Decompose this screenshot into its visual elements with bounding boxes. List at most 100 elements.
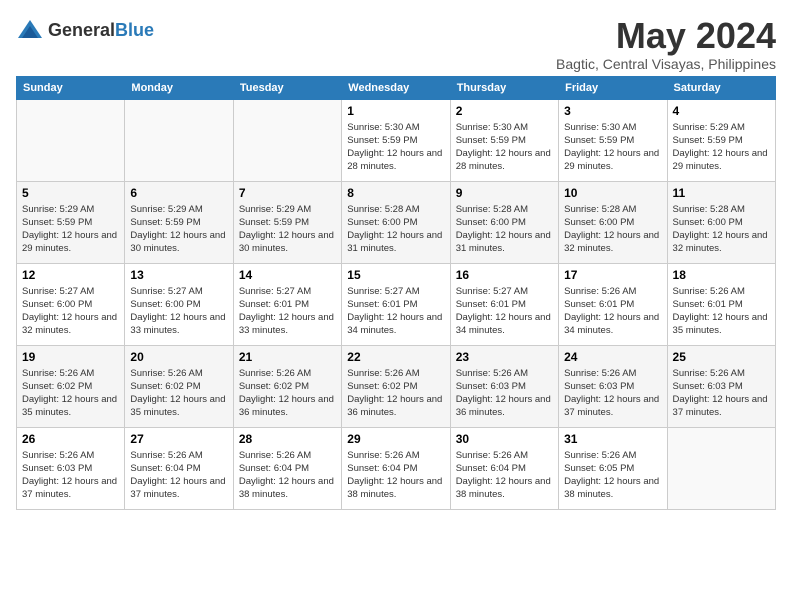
day-number: 18 [673,268,770,282]
calendar-week-row: 12Sunrise: 5:27 AMSunset: 6:00 PMDayligh… [17,263,776,345]
day-number: 20 [130,350,227,364]
calendar-cell: 16Sunrise: 5:27 AMSunset: 6:01 PMDayligh… [450,263,558,345]
calendar-cell: 27Sunrise: 5:26 AMSunset: 6:04 PMDayligh… [125,427,233,509]
cell-info: Sunrise: 5:30 AMSunset: 5:59 PMDaylight:… [564,121,661,174]
cell-info: Sunrise: 5:26 AMSunset: 6:02 PMDaylight:… [239,367,336,420]
day-number: 1 [347,104,444,118]
logo-text-general: General [48,20,115,40]
cell-info: Sunrise: 5:30 AMSunset: 5:59 PMDaylight:… [456,121,553,174]
weekday-header-row: SundayMondayTuesdayWednesdayThursdayFrid… [17,76,776,99]
day-number: 29 [347,432,444,446]
day-number: 11 [673,186,770,200]
calendar-cell: 18 Sunrise: 5:26 AMSunset: 6:01 PMDayligh… [667,263,775,345]
day-number: 31 [564,432,661,446]
calendar-week-row: 1 Sunrise: 5:30 AMSunset: 5:59 PMDaylight… [17,99,776,181]
logo-text-blue: Blue [115,20,154,40]
weekday-header: Wednesday [342,76,450,99]
day-number: 19 [22,350,119,364]
calendar-cell: 3 Sunrise: 5:30 AMSunset: 5:59 PMDaylight… [559,99,667,181]
calendar-cell: 20Sunrise: 5:26 AMSunset: 6:02 PMDayligh… [125,345,233,427]
weekday-header: Monday [125,76,233,99]
day-number: 22 [347,350,444,364]
calendar-cell [125,99,233,181]
cell-info: Sunrise: 5:26 AMSunset: 6:04 PMDaylight:… [456,449,553,502]
calendar-cell: 29 Sunrise: 5:26 AMSunset: 6:04 PMDayligh… [342,427,450,509]
calendar-cell: 17Sunrise: 5:26 AMSunset: 6:01 PMDayligh… [559,263,667,345]
calendar-cell: 13Sunrise: 5:27 AMSunset: 6:00 PMDayligh… [125,263,233,345]
cell-info: Sunrise: 5:29 AMSunset: 5:59 PMDaylight:… [673,121,770,174]
cell-info: Sunrise: 5:28 AMSunset: 6:00 PMDaylight:… [456,203,553,256]
calendar-cell: 15 Sunrise: 5:27 AMSunset: 6:01 PMDayligh… [342,263,450,345]
day-number: 21 [239,350,336,364]
calendar-cell: 6 Sunrise: 5:29 AMSunset: 5:59 PMDaylight… [125,181,233,263]
calendar-cell [233,99,341,181]
day-number: 5 [22,186,119,200]
calendar-cell: 14 Sunrise: 5:27 AMSunset: 6:01 PMDayligh… [233,263,341,345]
cell-info: Sunrise: 5:26 AMSunset: 6:02 PMDaylight:… [22,367,119,420]
weekday-header: Saturday [667,76,775,99]
calendar-cell: 2 Sunrise: 5:30 AMSunset: 5:59 PMDaylight… [450,99,558,181]
cell-info: Sunrise: 5:26 AMSunset: 6:03 PMDaylight:… [564,367,661,420]
calendar-cell: 19 Sunrise: 5:26 AMSunset: 6:02 PMDayligh… [17,345,125,427]
cell-info: Sunrise: 5:29 AMSunset: 5:59 PMDaylight:… [239,203,336,256]
day-number: 6 [130,186,227,200]
calendar-cell: 22Sunrise: 5:26 AMSunset: 6:02 PMDayligh… [342,345,450,427]
cell-info: Sunrise: 5:29 AMSunset: 5:59 PMDaylight:… [130,203,227,256]
cell-info: Sunrise: 5:27 AMSunset: 6:00 PMDaylight:… [22,285,119,338]
calendar-cell: 4 Sunrise: 5:29 AMSunset: 5:59 PMDaylight… [667,99,775,181]
cell-info: Sunrise: 5:30 AMSunset: 5:59 PMDaylight:… [347,121,444,174]
calendar-cell: 7 Sunrise: 5:29 AMSunset: 5:59 PMDaylight… [233,181,341,263]
day-number: 28 [239,432,336,446]
day-number: 4 [673,104,770,118]
cell-info: Sunrise: 5:26 AMSunset: 6:03 PMDaylight:… [673,367,770,420]
cell-info: Sunrise: 5:26 AMSunset: 6:01 PMDaylight:… [673,285,770,338]
calendar-cell: 8Sunrise: 5:28 AMSunset: 6:00 PMDaylight… [342,181,450,263]
day-number: 15 [347,268,444,282]
cell-info: Sunrise: 5:26 AMSunset: 6:04 PMDaylight:… [239,449,336,502]
calendar-cell [17,99,125,181]
calendar-week-row: 26Sunrise: 5:26 AMSunset: 6:03 PMDayligh… [17,427,776,509]
calendar-cell: 12Sunrise: 5:27 AMSunset: 6:00 PMDayligh… [17,263,125,345]
day-number: 7 [239,186,336,200]
calendar-cell: 28 Sunrise: 5:26 AMSunset: 6:04 PMDayligh… [233,427,341,509]
day-number: 23 [456,350,553,364]
location-subtitle: Bagtic, Central Visayas, Philippines [556,56,776,72]
day-number: 24 [564,350,661,364]
calendar-cell: 31Sunrise: 5:26 AMSunset: 6:05 PMDayligh… [559,427,667,509]
day-number: 10 [564,186,661,200]
cell-info: Sunrise: 5:28 AMSunset: 6:00 PMDaylight:… [347,203,444,256]
calendar-cell: 23 Sunrise: 5:26 AMSunset: 6:03 PMDayligh… [450,345,558,427]
cell-info: Sunrise: 5:26 AMSunset: 6:04 PMDaylight:… [347,449,444,502]
cell-info: Sunrise: 5:27 AMSunset: 6:01 PMDaylight:… [239,285,336,338]
weekday-header: Friday [559,76,667,99]
cell-info: Sunrise: 5:26 AMSunset: 6:03 PMDaylight:… [456,367,553,420]
calendar-cell: 25Sunrise: 5:26 AMSunset: 6:03 PMDayligh… [667,345,775,427]
page-header: GeneralBlue May 2024 Bagtic, Central Vis… [16,16,776,72]
day-number: 3 [564,104,661,118]
month-title: May 2024 [556,16,776,56]
logo-icon [16,16,44,44]
title-block: May 2024 Bagtic, Central Visayas, Philip… [556,16,776,72]
cell-info: Sunrise: 5:28 AMSunset: 6:00 PMDaylight:… [673,203,770,256]
weekday-header: Thursday [450,76,558,99]
calendar-cell: 24 Sunrise: 5:26 AMSunset: 6:03 PMDayligh… [559,345,667,427]
day-number: 13 [130,268,227,282]
cell-info: Sunrise: 5:26 AMSunset: 6:03 PMDaylight:… [22,449,119,502]
day-number: 14 [239,268,336,282]
calendar-cell: 30 Sunrise: 5:26 AMSunset: 6:04 PMDayligh… [450,427,558,509]
calendar-cell: 1 Sunrise: 5:30 AMSunset: 5:59 PMDaylight… [342,99,450,181]
weekday-header: Sunday [17,76,125,99]
cell-info: Sunrise: 5:27 AMSunset: 6:01 PMDaylight:… [347,285,444,338]
day-number: 30 [456,432,553,446]
day-number: 2 [456,104,553,118]
calendar-week-row: 5 Sunrise: 5:29 AMSunset: 5:59 PMDaylight… [17,181,776,263]
day-number: 9 [456,186,553,200]
calendar-cell: 26Sunrise: 5:26 AMSunset: 6:03 PMDayligh… [17,427,125,509]
cell-info: Sunrise: 5:29 AMSunset: 5:59 PMDaylight:… [22,203,119,256]
calendar-cell [667,427,775,509]
calendar-cell: 5 Sunrise: 5:29 AMSunset: 5:59 PMDaylight… [17,181,125,263]
cell-info: Sunrise: 5:26 AMSunset: 6:01 PMDaylight:… [564,285,661,338]
weekday-header: Tuesday [233,76,341,99]
calendar-cell: 9 Sunrise: 5:28 AMSunset: 6:00 PMDaylight… [450,181,558,263]
cell-info: Sunrise: 5:27 AMSunset: 6:01 PMDaylight:… [456,285,553,338]
